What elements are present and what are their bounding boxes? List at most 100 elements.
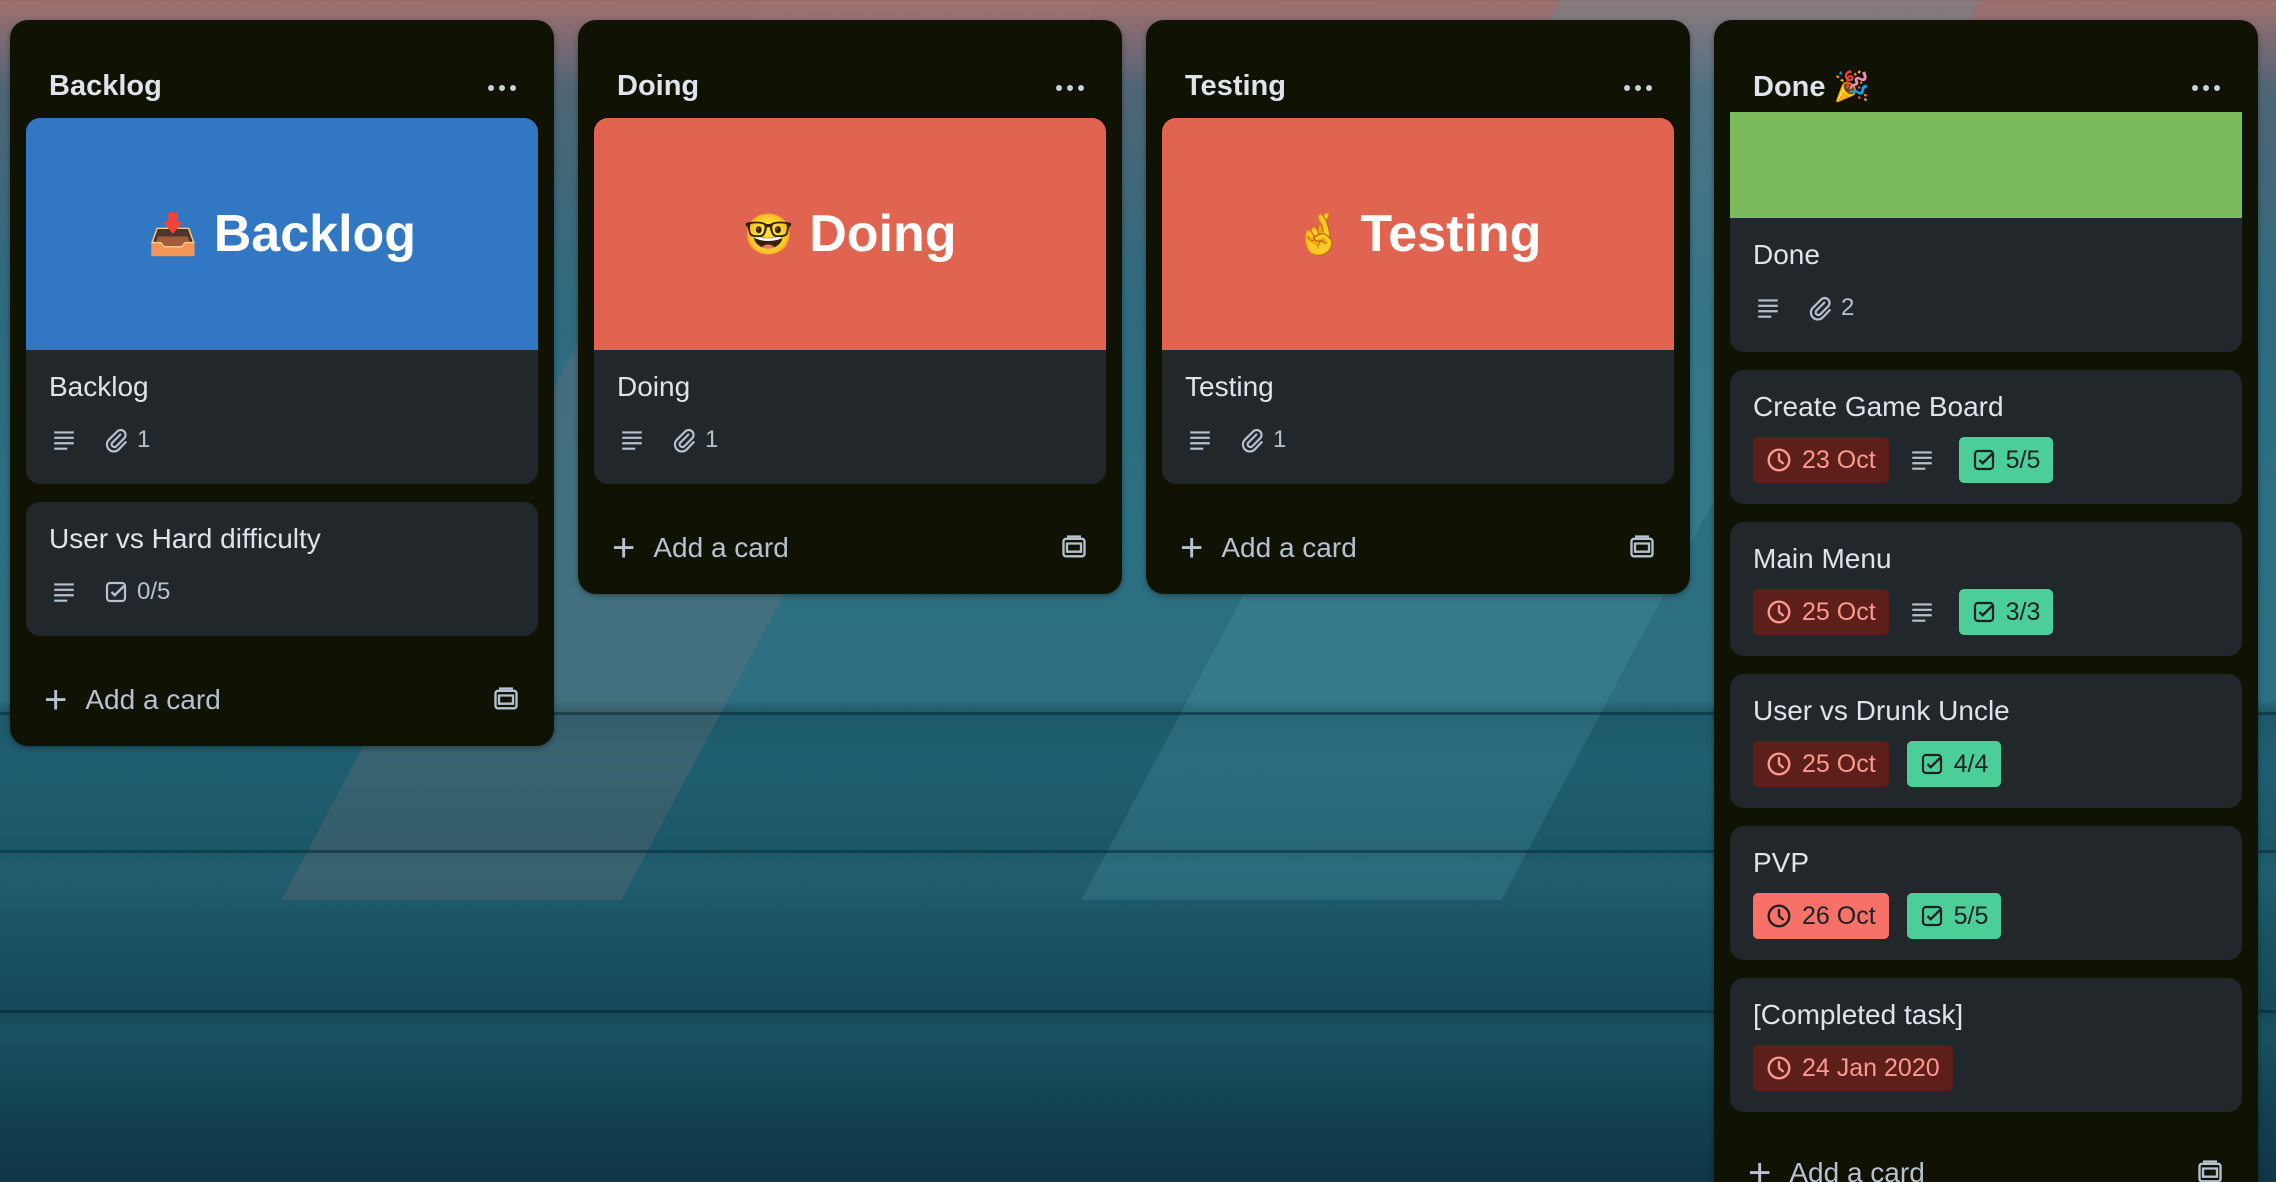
due-date-badge[interactable]: 25 Oct bbox=[1753, 741, 1889, 787]
card-doing[interactable]: 🤓 Doing Doing 1 bbox=[594, 118, 1106, 484]
paperclip-icon bbox=[1237, 425, 1267, 455]
add-card-button[interactable]: + Add a card bbox=[10, 654, 554, 746]
list-actions-button[interactable] bbox=[1614, 64, 1662, 112]
list-title[interactable]: Done 🎉 bbox=[1753, 70, 1870, 104]
checklist-badge: 5/5 bbox=[1958, 437, 2054, 483]
due-date-badge[interactable]: 23 Oct bbox=[1753, 437, 1889, 483]
list-header: Doing bbox=[578, 20, 1122, 118]
more-icon bbox=[1056, 85, 1084, 91]
add-card-label: Add a card bbox=[85, 684, 221, 715]
card-badges: 25 Oct 3/3 bbox=[1753, 589, 2219, 635]
checklist-count: 4/4 bbox=[1953, 749, 1989, 778]
list-header: Testing bbox=[1146, 20, 1690, 118]
list-title[interactable]: Doing bbox=[617, 70, 699, 103]
more-icon bbox=[1624, 85, 1652, 91]
more-icon bbox=[488, 85, 516, 91]
list-actions-button[interactable] bbox=[478, 64, 526, 112]
checklist-count: 3/3 bbox=[2005, 597, 2041, 626]
card-main-menu[interactable]: Main Menu 25 Oct 3/3 bbox=[1730, 522, 2242, 656]
description-icon bbox=[49, 425, 79, 455]
card-cover bbox=[1730, 112, 2242, 218]
description-icon bbox=[617, 425, 647, 455]
attachment-badge: 1 bbox=[669, 425, 718, 455]
description-icon bbox=[49, 577, 79, 607]
due-date: 24 Jan 2020 bbox=[1802, 1053, 1940, 1082]
card-badges: 26 Oct 5/5 bbox=[1753, 893, 2219, 939]
list-actions-button[interactable] bbox=[2182, 64, 2230, 112]
add-card-label: Add a card bbox=[1789, 1157, 1925, 1182]
card-badges: 0/5 bbox=[49, 570, 515, 614]
card-badges: 2 bbox=[1753, 286, 2219, 330]
card-title: Main Menu bbox=[1753, 543, 1892, 574]
card-testing[interactable]: 🤞 Testing Testing 1 bbox=[1162, 118, 1674, 484]
due-date: 23 Oct bbox=[1802, 445, 1876, 474]
checklist-count: 5/5 bbox=[2005, 445, 2041, 474]
paperclip-icon bbox=[1805, 293, 1835, 323]
card-title: [Completed task] bbox=[1753, 999, 1964, 1030]
plus-icon: + bbox=[1748, 1151, 1772, 1182]
description-icon bbox=[1753, 293, 1783, 323]
checklist-count: 5/5 bbox=[1953, 901, 1989, 930]
plus-icon: + bbox=[1180, 526, 1204, 570]
create-from-template-icon[interactable] bbox=[1060, 533, 1088, 568]
list-actions-button[interactable] bbox=[1046, 64, 1094, 112]
list-done: Done 🎉 Done 2 Create Game Board 23 Oct 5… bbox=[1714, 20, 2258, 1182]
card-title: Done bbox=[1753, 239, 1820, 270]
add-card-label: Add a card bbox=[653, 532, 789, 563]
list-title[interactable]: Backlog bbox=[49, 70, 162, 103]
checklist-badge: 3/3 bbox=[1958, 589, 2054, 635]
due-date: 25 Oct bbox=[1802, 749, 1876, 778]
card-pvp[interactable]: PVP 26 Oct 5/5 bbox=[1730, 826, 2242, 960]
due-date-badge[interactable]: 24 Jan 2020 bbox=[1753, 1045, 1953, 1091]
list-title[interactable]: Testing bbox=[1185, 70, 1286, 103]
clock-icon bbox=[1766, 447, 1792, 473]
checklist-icon bbox=[1972, 600, 1996, 624]
checklist-badge: 5/5 bbox=[1906, 893, 2002, 939]
card-badges: 1 bbox=[617, 418, 1083, 462]
due-date: 25 Oct bbox=[1802, 597, 1876, 626]
list-header: Backlog bbox=[10, 20, 554, 118]
card-user-vs-hard[interactable]: User vs Hard difficulty 0/5 bbox=[26, 502, 538, 636]
attachment-count: 2 bbox=[1841, 294, 1855, 321]
card-user-vs-drunk-uncle[interactable]: User vs Drunk Uncle 25 Oct 4/4 bbox=[1730, 674, 2242, 808]
add-card-button[interactable]: + Add a card bbox=[578, 502, 1122, 594]
card-title: User vs Hard difficulty bbox=[49, 523, 321, 554]
cover-text: Doing bbox=[809, 205, 957, 263]
inbox-emoji-icon: 📥 bbox=[147, 212, 198, 257]
card-create-game-board[interactable]: Create Game Board 23 Oct 5/5 bbox=[1730, 370, 2242, 504]
clock-icon bbox=[1766, 599, 1792, 625]
add-card-button[interactable]: + Add a card bbox=[1146, 502, 1690, 594]
attachment-badge: 1 bbox=[1237, 425, 1286, 455]
attachment-count: 1 bbox=[705, 426, 719, 453]
checklist-icon bbox=[1920, 904, 1944, 928]
add-card-button[interactable]: + Add a card bbox=[1714, 1130, 2258, 1182]
list-backlog: Backlog 📥 Backlog Backlog 1 User vs Hard… bbox=[10, 20, 554, 746]
clock-icon bbox=[1766, 1055, 1792, 1081]
card-badges: 25 Oct 4/4 bbox=[1753, 741, 2219, 787]
card-completed-task[interactable]: [Completed task] 24 Jan 2020 bbox=[1730, 978, 2242, 1112]
card-title: Doing bbox=[617, 371, 691, 402]
cover-text: Testing bbox=[1360, 205, 1542, 263]
checklist-icon bbox=[101, 577, 131, 607]
create-from-template-icon[interactable] bbox=[1628, 533, 1656, 568]
due-date-badge[interactable]: 26 Oct bbox=[1753, 893, 1889, 939]
checklist-badge: 0/5 bbox=[101, 577, 170, 607]
card-badges: 1 bbox=[49, 418, 515, 462]
description-icon bbox=[1907, 445, 1937, 475]
card-cover: 🤞 Testing bbox=[1162, 118, 1674, 350]
create-from-template-icon[interactable] bbox=[492, 685, 520, 720]
add-card-label: Add a card bbox=[1221, 532, 1357, 563]
card-title: Backlog bbox=[49, 371, 149, 402]
card-badges: 24 Jan 2020 bbox=[1753, 1045, 2219, 1091]
checklist-badge: 4/4 bbox=[1906, 741, 2002, 787]
attachment-count: 1 bbox=[137, 426, 151, 453]
create-from-template-icon[interactable] bbox=[2196, 1158, 2224, 1182]
card-backlog[interactable]: 📥 Backlog Backlog 1 bbox=[26, 118, 538, 484]
attachment-badge: 1 bbox=[101, 425, 150, 455]
card-title: Create Game Board bbox=[1753, 391, 2004, 422]
due-date-badge[interactable]: 25 Oct bbox=[1753, 589, 1889, 635]
plus-icon: + bbox=[44, 678, 68, 722]
card-done[interactable]: Done 2 bbox=[1730, 112, 2242, 352]
due-date: 26 Oct bbox=[1802, 901, 1876, 930]
clock-icon bbox=[1766, 903, 1792, 929]
